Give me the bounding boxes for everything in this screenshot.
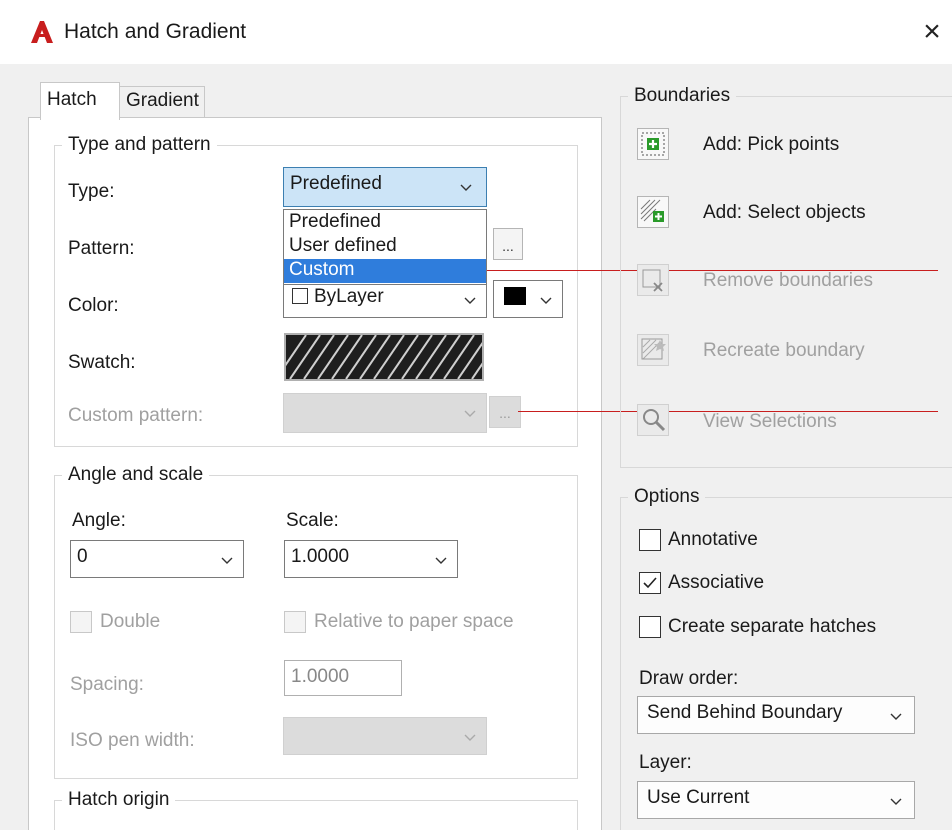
pattern-label: Pattern: [68, 238, 135, 259]
iso-pen-width-combo [283, 717, 487, 755]
recreate-boundary-icon [641, 338, 666, 360]
angle-label: Angle: [72, 510, 126, 531]
angle-and-scale-legend: Angle and scale [62, 464, 210, 486]
custom-pattern-label: Custom pattern: [68, 405, 204, 426]
add-select-objects-label[interactable]: Add: Select objects [703, 202, 866, 224]
add-pick-points-label[interactable]: Add: Pick points [703, 134, 839, 156]
chevron-down-icon [464, 294, 476, 306]
custom-pattern-combo [283, 393, 487, 433]
remove-boundaries-label: Remove boundaries [703, 270, 874, 291]
hatch-pattern-icon [286, 335, 482, 379]
iso-pen-width-label: ISO pen width: [70, 730, 195, 751]
relative-to-paper-space-label: Relative to paper space [314, 611, 514, 632]
type-label: Type: [68, 181, 115, 202]
double-label: Double [100, 611, 161, 632]
draw-order-label: Draw order: [639, 668, 739, 689]
remove-boundaries-icon [642, 269, 663, 292]
view-selections-label: View Selections [703, 411, 837, 432]
recreate-boundary-button [637, 334, 669, 366]
color-label: Color: [68, 295, 119, 316]
create-separate-hatches-checkbox[interactable] [639, 616, 661, 638]
swatch-label: Swatch: [68, 352, 136, 373]
dropdown-option-predefined[interactable]: Predefined [284, 211, 486, 235]
add-pick-points-button[interactable] [637, 128, 669, 160]
draw-order-value: Send Behind Boundary [647, 702, 843, 723]
custom-pattern-browse-button: ... [489, 396, 521, 428]
tab-hatch[interactable]: Hatch [40, 82, 120, 120]
select-objects-icon [640, 199, 664, 222]
chevron-down-icon [890, 710, 902, 722]
type-combo[interactable]: Predefined [283, 167, 487, 207]
remove-boundaries-button [637, 264, 669, 296]
layer-value: Use Current [647, 787, 750, 808]
boundaries-legend: Boundaries [628, 85, 737, 107]
scale-label: Scale: [286, 510, 339, 531]
color-combo-value: ByLayer [314, 286, 384, 307]
associative-label[interactable]: Associative [668, 572, 764, 594]
magnifier-icon [643, 409, 666, 432]
bylayer-swatch-icon [292, 288, 308, 304]
pick-points-icon [641, 132, 665, 156]
view-selections-button [637, 404, 669, 436]
hatch-origin-legend: Hatch origin [62, 789, 176, 811]
angle-combo[interactable]: 0 [70, 540, 244, 578]
annotative-label[interactable]: Annotative [668, 529, 758, 551]
color-combo[interactable]: ByLayer [283, 280, 487, 318]
type-combo-value: Predefined [290, 173, 382, 194]
associative-checkbox[interactable] [639, 572, 661, 594]
chevron-down-icon [540, 294, 552, 306]
options-legend: Options [628, 486, 706, 508]
chevron-down-icon [464, 731, 476, 743]
double-checkbox [70, 611, 92, 633]
black-swatch-icon [504, 287, 526, 305]
dropdown-option-user-defined[interactable]: User defined [284, 235, 486, 259]
draw-order-combo[interactable]: Send Behind Boundary [637, 696, 915, 734]
dropdown-option-custom[interactable]: Custom [284, 259, 486, 283]
recreate-boundary-label: Recreate boundary [703, 340, 865, 361]
chevron-down-icon [890, 795, 902, 807]
scale-value: 1.0000 [291, 546, 350, 567]
chevron-down-icon [221, 554, 233, 566]
relative-to-paper-space-checkbox [284, 611, 306, 633]
spacing-input: 1.0000 [284, 660, 402, 696]
hatch-swatch-preview[interactable] [284, 333, 484, 381]
tab-gradient[interactable]: Gradient [119, 86, 205, 118]
background-color-combo[interactable] [493, 280, 563, 318]
angle-value: 0 [77, 546, 88, 567]
checkmark-icon [643, 577, 657, 589]
layer-combo[interactable]: Use Current [637, 781, 915, 819]
chevron-down-icon [435, 554, 447, 566]
type-and-pattern-legend: Type and pattern [62, 134, 217, 156]
pattern-browse-button[interactable]: ... [493, 228, 523, 260]
autocad-logo-icon [30, 20, 54, 44]
scale-combo[interactable]: 1.0000 [284, 540, 458, 578]
layer-label: Layer: [639, 752, 692, 773]
spacing-label: Spacing: [70, 674, 144, 695]
type-dropdown-list: Predefined User defined Custom [283, 209, 487, 285]
create-separate-hatches-label[interactable]: Create separate hatches [668, 616, 876, 638]
chevron-down-icon [460, 181, 472, 193]
chevron-down-icon [464, 407, 476, 419]
window-title: Hatch and Gradient [64, 20, 247, 43]
close-button[interactable]: × [912, 12, 952, 52]
annotative-checkbox[interactable] [639, 529, 661, 551]
add-select-objects-button[interactable] [637, 196, 669, 228]
